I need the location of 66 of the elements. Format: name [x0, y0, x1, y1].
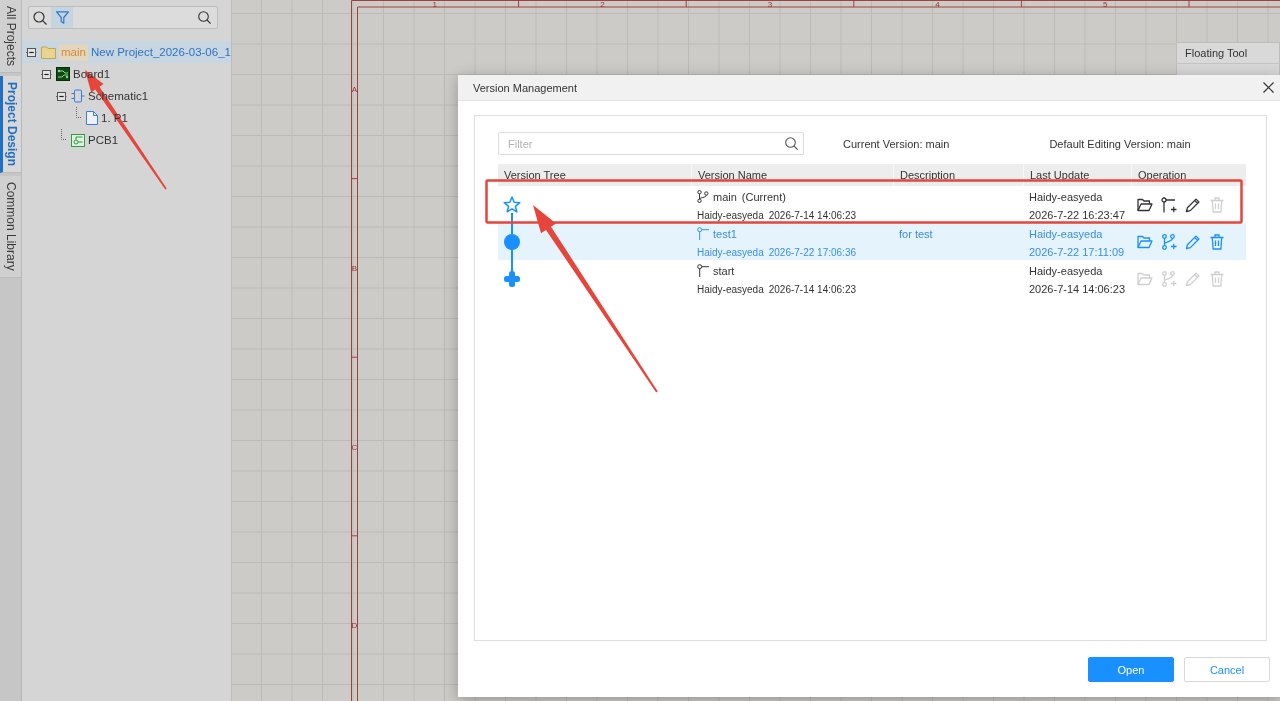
frame-label: 3 — [767, 0, 773, 9]
branch-tag: main — [59, 43, 88, 61]
circle-icon — [504, 233, 520, 250]
default-version-text: Default Editing Version: main — [1049, 137, 1191, 150]
current-version-text: Current Version: main — [843, 137, 950, 150]
frame-label: 5 — [1102, 0, 1108, 9]
filter-field[interactable]: Filter — [498, 132, 804, 155]
column-header: Operation — [1131, 164, 1246, 186]
search-icon — [33, 10, 47, 25]
board-outline-icon — [71, 133, 85, 147]
version-name: start — [713, 264, 735, 277]
column-header: Last Update — [1023, 164, 1131, 186]
circuit-board-icon — [56, 67, 70, 81]
dialog-title: Version Management — [473, 81, 577, 94]
column-header: Description — [893, 164, 1023, 186]
side-tab[interactable]: Project Design — [0, 76, 21, 174]
updated-by: Haidy-easyeda — [1029, 264, 1103, 277]
version-tag: (Current) — [741, 190, 786, 203]
folder-icon[interactable] — [1137, 196, 1153, 213]
created-time: 2026-7-22 17:06:36 — [768, 246, 856, 258]
updated-time: 2026-7-22 16:23:47 — [1029, 209, 1126, 221]
minus-box-icon[interactable] — [41, 68, 52, 80]
created-time: 2026-7-14 14:06:23 — [768, 209, 856, 221]
branch-icon — [697, 190, 709, 203]
version-name: main — [713, 190, 737, 203]
frame-label: A — [351, 85, 358, 95]
side-tab[interactable]: Common Library — [0, 176, 21, 278]
minus-box-icon[interactable] — [56, 90, 67, 102]
frame-label: D — [351, 621, 358, 631]
pin-icon — [697, 227, 709, 240]
branch-plus-icon[interactable] — [1161, 196, 1177, 213]
frame-label: 2 — [600, 0, 605, 9]
author-name: Haidy-easyeda — [697, 283, 764, 295]
column-header: Version Tree — [503, 168, 567, 183]
search-icon — [785, 137, 798, 150]
updated-time: 2026-7-14 14:06:23 — [1029, 283, 1126, 295]
minus-box-icon[interactable] — [26, 46, 37, 58]
updated-time: 2026-7-22 17:11:09 — [1029, 246, 1125, 258]
trash-icon[interactable] — [1209, 233, 1225, 250]
document-icon — [86, 111, 98, 125]
author-name: Haidy-easyeda — [697, 246, 764, 258]
tree-item[interactable]: PCB1 — [52, 129, 123, 151]
side-tab[interactable]: All Projects — [0, 0, 21, 74]
filter-icon — [55, 11, 69, 24]
created-time: 2026-7-14 14:06:23 — [768, 283, 856, 295]
column-header: Version Name — [691, 164, 893, 186]
pencil-icon[interactable] — [1185, 196, 1201, 213]
star-icon — [503, 196, 521, 213]
pin-icon — [697, 264, 709, 277]
updated-by: Haidy-easyeda — [1029, 227, 1103, 240]
folder-icon — [41, 45, 56, 59]
table-row[interactable]: main (Current) Haidy-easyeda 2026-7-14 14:06:23 Haidy-easyeda 2026-7-22 16:23:47 — [498, 186, 1246, 223]
author-name: Haidy-easyeda — [697, 209, 764, 221]
plus-icon — [504, 270, 520, 287]
close-button[interactable] — [1263, 82, 1274, 93]
merge-icon[interactable] — [1161, 233, 1177, 250]
version-name: test1 — [713, 227, 737, 240]
frame-label: B — [351, 263, 358, 273]
search-icon — [198, 11, 211, 24]
frame-label: 4 — [935, 0, 940, 9]
chip-icon — [71, 89, 85, 103]
frame-label: C — [351, 442, 358, 452]
close-icon — [1263, 82, 1274, 93]
description-text: for test — [899, 227, 933, 240]
updated-by: Haidy-easyeda — [1029, 190, 1103, 203]
frame-label: 1 — [432, 0, 438, 9]
